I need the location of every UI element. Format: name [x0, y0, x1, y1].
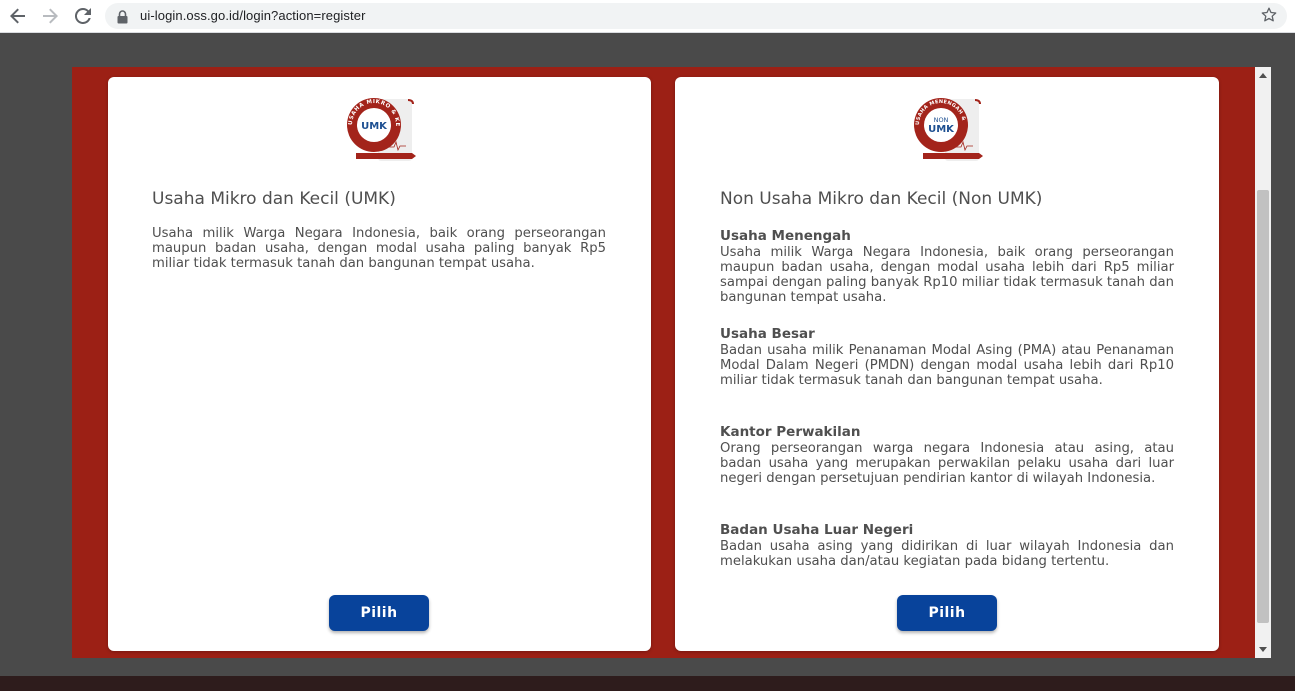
section-usaha-menengah: Usaha Menengah Usaha milik Warga Negara … [720, 228, 1174, 305]
section-title: Badan Usaha Luar Negeri [720, 522, 914, 538]
non-umk-pilih-button[interactable]: Pilih [897, 595, 997, 631]
back-arrow-icon[interactable] [6, 4, 30, 28]
umk-title: Usaha Mikro dan Kecil (UMK) [152, 189, 396, 209]
section-text: Badan usaha milik Penanaman Modal Asing … [720, 343, 1174, 388]
section-title: Usaha Menengah [720, 228, 851, 244]
star-icon[interactable] [1261, 7, 1277, 27]
page-footer-strip [0, 676, 1295, 691]
section-badan-usaha-luar-negeri: Badan Usaha Luar Negeri Badan usaha asin… [720, 522, 1174, 569]
section-text: Usaha milik Warga Negara Indonesia, baik… [720, 245, 1174, 305]
non-umk-logo-icon: NON UMK USAHA MENENGAH & BESAR [909, 95, 983, 161]
non-umk-logo-text-top: NON [934, 116, 949, 124]
url-text[interactable]: ui-login.oss.go.id/login?action=register [140, 8, 366, 23]
section-usaha-besar: Usaha Besar Badan usaha milik Penanaman … [720, 326, 1174, 388]
section-text: Orang perseorangan warga negara Indonesi… [720, 441, 1174, 486]
umk-card: UMK USAHA MIKRO & KECIL Usaha Mikro dan … [108, 77, 651, 651]
lock-icon[interactable] [117, 9, 128, 28]
non-umk-logo-text-bottom: UMK [928, 124, 955, 135]
non-umk-card: NON UMK USAHA MENENGAH & BESAR Non Usaha… [675, 77, 1219, 651]
section-kantor-perwakilan: Kantor Perwakilan Orang perseorangan war… [720, 424, 1174, 486]
section-title: Kantor Perwakilan [720, 424, 861, 440]
browser-toolbar: ui-login.oss.go.id/login?action=register [0, 0, 1295, 33]
section-title: Usaha Besar [720, 326, 815, 342]
umk-description: Usaha milik Warga Negara Indonesia, baik… [152, 226, 606, 271]
non-umk-title: Non Usaha Mikro dan Kecil (Non UMK) [720, 189, 1043, 209]
scroll-down-icon[interactable] [1255, 644, 1271, 656]
modal-scrollbar[interactable] [1255, 67, 1271, 658]
umk-logo-text: UMK [361, 121, 388, 132]
umk-logo-icon: UMK USAHA MIKRO & KECIL [342, 95, 416, 161]
address-bar[interactable]: ui-login.oss.go.id/login?action=register [105, 3, 1287, 29]
scroll-up-icon[interactable] [1255, 69, 1271, 81]
section-text: Badan usaha asing yang didirikan di luar… [720, 539, 1174, 569]
forward-arrow-icon[interactable] [38, 4, 62, 28]
scrollbar-thumb[interactable] [1257, 190, 1269, 623]
umk-pilih-button[interactable]: Pilih [329, 595, 429, 631]
reload-icon[interactable] [71, 4, 95, 28]
